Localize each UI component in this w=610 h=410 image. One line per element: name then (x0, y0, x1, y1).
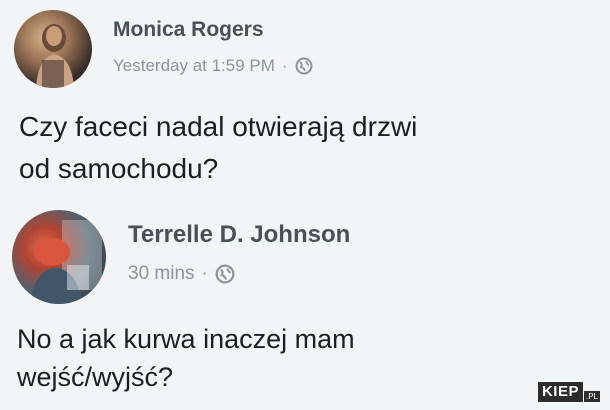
post-text-line: Czy faceci nadal otwierają drzwi (19, 111, 418, 142)
post-text-line: od samochodu? (19, 153, 219, 184)
avatar-photo (36, 24, 74, 88)
author-name[interactable]: Monica Rogers (113, 18, 264, 42)
watermark-suffix: .PL (583, 391, 600, 402)
post-meta: 30 mins · (128, 263, 235, 285)
timestamp[interactable]: 30 mins (128, 263, 195, 285)
post-body: No a jak kurwa inaczej mam wejść/wyjść? (17, 320, 355, 396)
separator: · (281, 56, 288, 75)
post-meta: Yesterday at 1:59 PM · (113, 56, 313, 76)
timestamp[interactable]: Yesterday at 1:59 PM (113, 56, 275, 76)
watermark-logo: KIEP .PL (537, 382, 600, 402)
post-text-line: wejść/wyjść? (17, 362, 174, 392)
globe-icon (295, 57, 313, 75)
avatar[interactable] (12, 210, 106, 304)
avatar-photo (30, 220, 102, 304)
globe-icon (215, 264, 235, 284)
post-body: Czy faceci nadal otwierają drzwi od samo… (19, 106, 417, 190)
post-text-line: No a jak kurwa inaczej mam (17, 324, 355, 354)
separator: · (201, 263, 208, 284)
watermark-brand: KIEP (537, 382, 583, 402)
author-name[interactable]: Terrelle D. Johnson (128, 221, 350, 249)
post-monica-rogers: Monica Rogers Yesterday at 1:59 PM · Czy… (0, 0, 610, 200)
avatar[interactable] (14, 10, 92, 88)
